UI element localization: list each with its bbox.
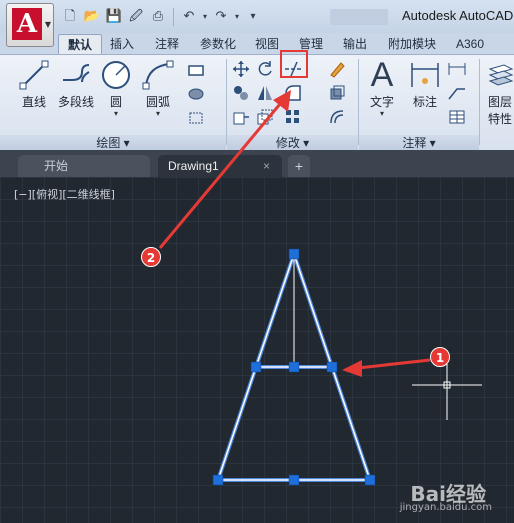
arrow-2 <box>158 90 291 249</box>
application-menu-button[interactable]: A ▼ <box>6 3 54 47</box>
autocad-logo: A <box>12 8 42 40</box>
watermark-url: jingyan.baidu.com <box>399 502 492 513</box>
trim-highlight-box <box>280 50 308 78</box>
callout-badge-2: 2 <box>141 247 161 267</box>
drawing-overlay <box>158 90 482 486</box>
chevron-down-icon: ▼ <box>44 20 51 29</box>
arrow-1 <box>342 358 431 377</box>
callout-badge-1: 1 <box>430 347 450 367</box>
